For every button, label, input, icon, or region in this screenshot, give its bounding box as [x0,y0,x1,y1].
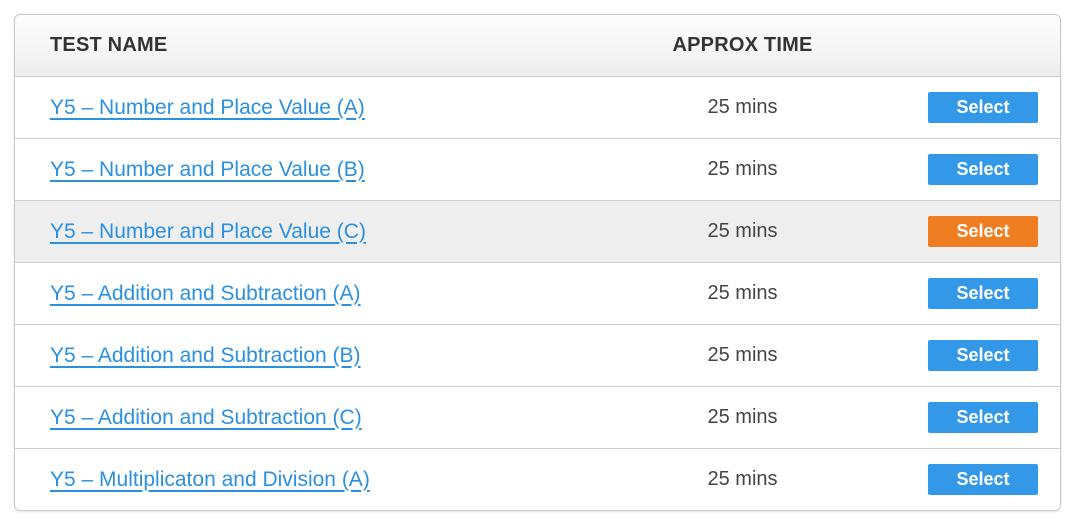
cell-test-name: Y5 – Addition and Subtraction (B) [15,344,570,368]
test-name-link[interactable]: Y5 – Addition and Subtraction (C) [50,406,362,429]
cell-action: Select [915,216,1060,247]
table-row[interactable]: Y5 – Number and Place Value (B) 25 mins Se… [15,139,1060,201]
page-container: TEST NAME APPROX TIME Y5 – Number and Pl… [0,0,1076,532]
cell-action: Select [915,278,1060,309]
cell-approx-time: 25 mins [707,406,778,428]
table-row[interactable]: Y5 – Multiplicaton and Division (A) 25 mi… [15,449,1060,510]
select-button[interactable]: Select [928,340,1038,371]
test-name-link[interactable]: Y5 – Number and Place Value (A) [50,96,365,119]
cell-action: Select [915,92,1060,123]
cell-approx-time: 25 mins [707,158,778,180]
cell-action: Select [915,154,1060,185]
cell-test-name: Y5 – Number and Place Value (B) [15,158,570,182]
column-header-approx-time: APPROX TIME [672,34,813,56]
cell-action: Select [915,340,1060,371]
test-name-link[interactable]: Y5 – Addition and Subtraction (A) [50,282,361,305]
test-name-link[interactable]: Y5 – Number and Place Value (B) [50,158,365,181]
cell-approx-time: 25 mins [707,344,778,366]
table-row[interactable]: Y5 – Addition and Subtraction (C) 25 mins… [15,387,1060,449]
select-button[interactable]: Select [928,154,1038,185]
test-name-link[interactable]: Y5 – Addition and Subtraction (B) [50,344,361,367]
select-button[interactable]: Select [928,464,1038,495]
table-row[interactable]: Y5 – Addition and Subtraction (B) 25 mins… [15,325,1060,387]
cell-action: Select [915,464,1060,495]
table-row[interactable]: Y5 – Number and Place Value (C) 25 mins Se… [15,201,1060,263]
table-row[interactable]: Y5 – Number and Place Value (A) 25 mins Se… [15,77,1060,139]
cell-test-name: Y5 – Addition and Subtraction (C) [15,406,570,430]
cell-approx-time: 25 mins [707,96,778,118]
cell-approx-time: 25 mins [707,282,778,304]
table-row[interactable]: Y5 – Addition and Subtraction (A) 25 mins… [15,263,1060,325]
cell-approx-time: 25 mins [707,220,778,242]
test-name-link[interactable]: Y5 – Multiplicaton and Division (A) [50,468,370,491]
cell-action: Select [915,402,1060,433]
cell-test-name: Y5 – Number and Place Value (C) [15,220,570,244]
cell-test-name: Y5 – Multiplicaton and Division (A) [15,468,570,492]
select-button[interactable]: Select [928,216,1038,247]
cell-test-name: Y5 – Addition and Subtraction (A) [15,282,570,306]
column-header-test-name: TEST NAME [50,34,168,56]
test-list-table: TEST NAME APPROX TIME Y5 – Number and Pl… [14,14,1061,511]
cell-approx-time: 25 mins [707,468,778,490]
select-button[interactable]: Select [928,402,1038,433]
test-name-link[interactable]: Y5 – Number and Place Value (C) [50,220,366,243]
cell-test-name: Y5 – Number and Place Value (A) [15,96,570,120]
select-button[interactable]: Select [928,92,1038,123]
select-button[interactable]: Select [928,278,1038,309]
table-header-row: TEST NAME APPROX TIME [15,15,1060,77]
table-body: Y5 – Number and Place Value (A) 25 mins Se… [15,77,1060,510]
